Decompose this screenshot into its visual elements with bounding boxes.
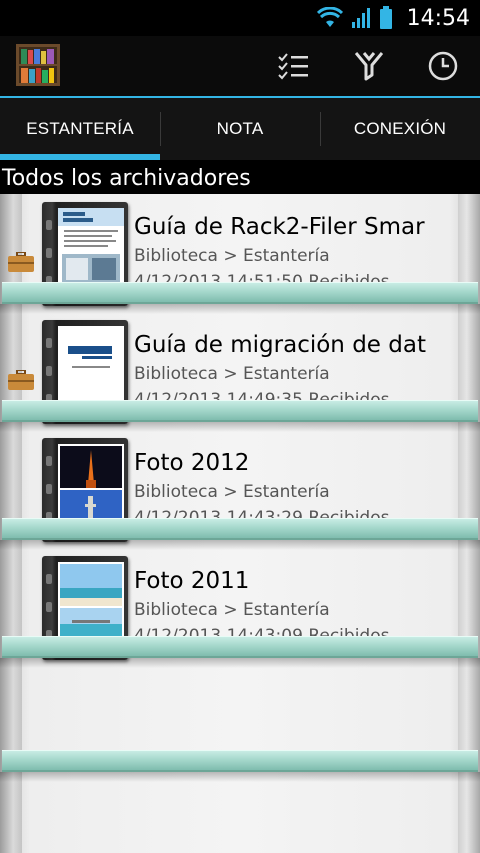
status-icons: 14:54 <box>316 4 470 32</box>
tab-conexion[interactable]: CONEXIÓN <box>320 98 480 160</box>
shelf-board <box>0 636 480 668</box>
binder-title: Guía de Rack2-Filer Smar <box>134 214 425 240</box>
shelf-board <box>0 518 480 550</box>
selected-tab-indicator <box>0 154 160 160</box>
filter-icon <box>355 52 383 81</box>
briefcase-icon <box>8 370 34 390</box>
binder-location: Biblioteca > Estantería <box>134 600 330 620</box>
shelf-board <box>0 400 480 432</box>
binder-location: Biblioteca > Estantería <box>134 364 330 384</box>
section-title: Todos los archivadores <box>0 163 480 194</box>
shelf-board <box>0 282 480 314</box>
tab-bar: ESTANTERÍA NOTA CONEXIÓN <box>0 98 480 160</box>
wifi-icon <box>316 7 343 27</box>
checklist-icon <box>278 53 308 80</box>
filter-button[interactable] <box>348 46 390 86</box>
binder-location: Biblioteca > Estantería <box>134 482 330 502</box>
signal-icon <box>351 8 370 28</box>
tab-estanteria[interactable]: ESTANTERÍA <box>0 98 160 160</box>
action-bar <box>0 36 480 96</box>
clock-icon <box>428 51 458 81</box>
binder-location: Biblioteca > Estantería <box>134 246 330 266</box>
shelf-board <box>0 750 480 782</box>
checklist-button[interactable] <box>272 46 314 86</box>
tab-nota[interactable]: NOTA <box>160 98 320 160</box>
binder-title: Foto 2012 <box>134 450 250 476</box>
status-bar: 14:54 <box>0 0 480 36</box>
history-button[interactable] <box>422 46 464 86</box>
app-logo-icon[interactable] <box>16 44 60 86</box>
briefcase-icon <box>8 252 34 272</box>
binder-title: Guía de migración de dat <box>134 332 426 358</box>
battery-icon <box>379 6 392 29</box>
binder-title: Foto 2011 <box>134 568 250 594</box>
status-time: 14:54 <box>406 5 470 31</box>
bookshelf: Guía de Rack2-Filer Smar Biblioteca > Es… <box>0 194 480 853</box>
